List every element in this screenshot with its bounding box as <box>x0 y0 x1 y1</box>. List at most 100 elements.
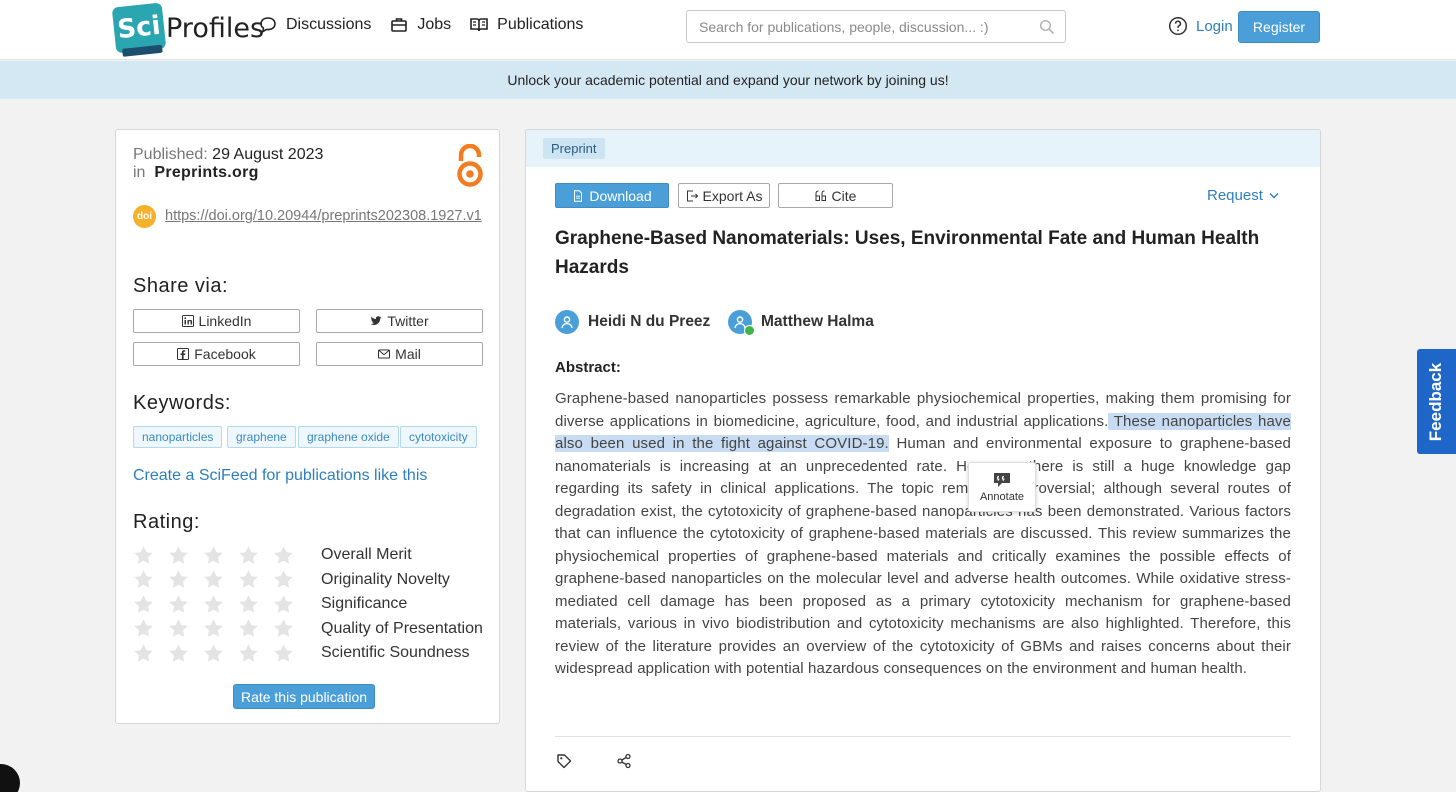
nav-publications[interactable]: Publications <box>469 15 583 35</box>
request-dropdown[interactable]: Request <box>1207 187 1279 204</box>
star-icon[interactable] <box>168 545 189 566</box>
share-facebook-button[interactable]: Facebook <box>133 342 300 366</box>
request-label: Request <box>1207 187 1263 204</box>
nav-publications-label: Publications <box>497 16 584 33</box>
twitter-icon <box>370 316 382 325</box>
abstract-text[interactable]: Graphene-based nanoparticles possess rem… <box>555 388 1291 681</box>
search-icon[interactable] <box>1039 19 1055 35</box>
keyword-tag[interactable]: nanoparticles <box>133 426 223 448</box>
keyword-tag[interactable]: graphene oxide <box>298 426 399 448</box>
rating-row: Overall Merit <box>133 544 412 566</box>
preprint-badge: Preprint <box>543 138 605 159</box>
share-linkedin-button[interactable]: LinkedIn <box>133 309 300 333</box>
star-icon[interactable] <box>133 545 154 566</box>
star-icon[interactable] <box>203 618 224 639</box>
verified-check-icon <box>744 325 755 336</box>
floating-widget-button[interactable] <box>0 764 20 792</box>
star-icon[interactable] <box>168 594 189 615</box>
star-icon[interactable] <box>273 618 294 639</box>
star-rating[interactable] <box>133 594 321 615</box>
share-twitter-button[interactable]: Twitter <box>316 309 483 333</box>
nav-discussions[interactable]: Discussions <box>258 15 371 35</box>
keyword-tag[interactable]: cytotoxicity <box>400 426 477 448</box>
chevron-down-icon <box>1269 193 1279 199</box>
published-date: 29 August 2023 <box>212 146 324 163</box>
quote-icon <box>815 190 826 201</box>
avatar <box>555 310 579 334</box>
star-rating[interactable] <box>133 545 321 566</box>
star-icon[interactable] <box>133 618 154 639</box>
annotate-popup-button[interactable]: Annotate <box>968 462 1036 512</box>
export-as-button[interactable]: Export As <box>678 183 770 208</box>
publication-info: Published: 29 August 2023 in Preprints.o… <box>133 146 323 182</box>
linkedin-icon <box>181 315 194 327</box>
login-link[interactable]: Login <box>1196 18 1233 35</box>
register-button[interactable]: Register <box>1238 11 1320 43</box>
rate-publication-button[interactable]: Rate this publication <box>233 684 375 709</box>
nav-discussions-label: Discussions <box>286 16 372 33</box>
search-box <box>686 10 1066 43</box>
chat-bubble-icon <box>260 17 276 34</box>
star-icon[interactable] <box>133 643 154 664</box>
star-icon[interactable] <box>168 643 189 664</box>
file-pdf-icon <box>574 189 583 202</box>
cite-label: Cite <box>831 187 857 204</box>
rating-row: Quality of Presentation <box>133 618 483 640</box>
export-icon <box>686 190 698 201</box>
star-icon[interactable] <box>203 643 224 664</box>
rating-row: Scientific Soundness <box>133 642 470 664</box>
article-title: Graphene-Based Nanomaterials: Uses, Envi… <box>555 228 1260 278</box>
star-rating[interactable] <box>133 643 321 664</box>
author-name: Heidi N du Preez <box>588 313 711 330</box>
star-icon[interactable] <box>238 643 259 664</box>
rating-label: Originality Novelty <box>321 570 450 588</box>
divider <box>555 736 1291 737</box>
star-icon[interactable] <box>203 545 224 566</box>
rating-label: Significance <box>321 595 408 613</box>
star-icon[interactable] <box>238 569 259 590</box>
star-icon[interactable] <box>203 569 224 590</box>
star-icon[interactable] <box>133 569 154 590</box>
in-label: in <box>133 164 146 181</box>
join-banner: Unlock your academic potential and expan… <box>0 61 1456 99</box>
download-label: Download <box>589 187 652 204</box>
keyword-tag[interactable]: graphene <box>227 426 296 448</box>
download-button[interactable]: Download <box>555 183 669 208</box>
nav-jobs-label: Jobs <box>417 16 452 33</box>
search-input[interactable] <box>687 11 1027 42</box>
export-as-label: Export As <box>702 187 763 204</box>
star-icon[interactable] <box>168 618 189 639</box>
share-icon[interactable] <box>616 753 632 769</box>
star-icon[interactable] <box>273 594 294 615</box>
article-panel: Preprint Download Export As Cite Request… <box>525 129 1321 792</box>
venue-name: Preprints.org <box>154 164 259 181</box>
tag-icon[interactable] <box>556 753 572 769</box>
doi-link[interactable]: https://doi.org/10.20944/preprints202308… <box>165 205 485 227</box>
star-icon[interactable] <box>238 545 259 566</box>
cite-button[interactable]: Cite <box>778 183 893 208</box>
feedback-label: Feedback <box>1426 362 1446 441</box>
star-icon[interactable] <box>273 545 294 566</box>
author-name: Matthew Halma <box>761 313 874 330</box>
star-icon[interactable] <box>238 618 259 639</box>
star-icon[interactable] <box>238 594 259 615</box>
star-rating[interactable] <box>133 618 321 639</box>
star-icon[interactable] <box>203 594 224 615</box>
author-chip[interactable]: Heidi N du Preez <box>555 310 710 334</box>
nav-jobs[interactable]: Jobs <box>389 15 451 35</box>
star-icon[interactable] <box>273 643 294 664</box>
keywords-heading: Keywords: <box>133 392 231 414</box>
star-icon[interactable] <box>133 594 154 615</box>
sciprofiles-logo[interactable]: Sci Profiles <box>111 2 264 54</box>
abstract-part-2: Human and environmental exposure to grap… <box>555 435 1291 677</box>
share-mail-button[interactable]: Mail <box>316 342 483 366</box>
article-header-strip: Preprint <box>526 130 1320 167</box>
feedback-tab[interactable]: Feedback <box>1417 349 1456 454</box>
create-scifeed-link[interactable]: Create a SciFeed for publications like t… <box>133 467 427 485</box>
star-rating[interactable] <box>133 569 321 590</box>
author-chip[interactable]: Matthew Halma <box>728 310 874 336</box>
share-heading: Share via: <box>133 275 229 297</box>
star-icon[interactable] <box>168 569 189 590</box>
star-icon[interactable] <box>273 569 294 590</box>
help-icon[interactable] <box>1168 16 1188 36</box>
